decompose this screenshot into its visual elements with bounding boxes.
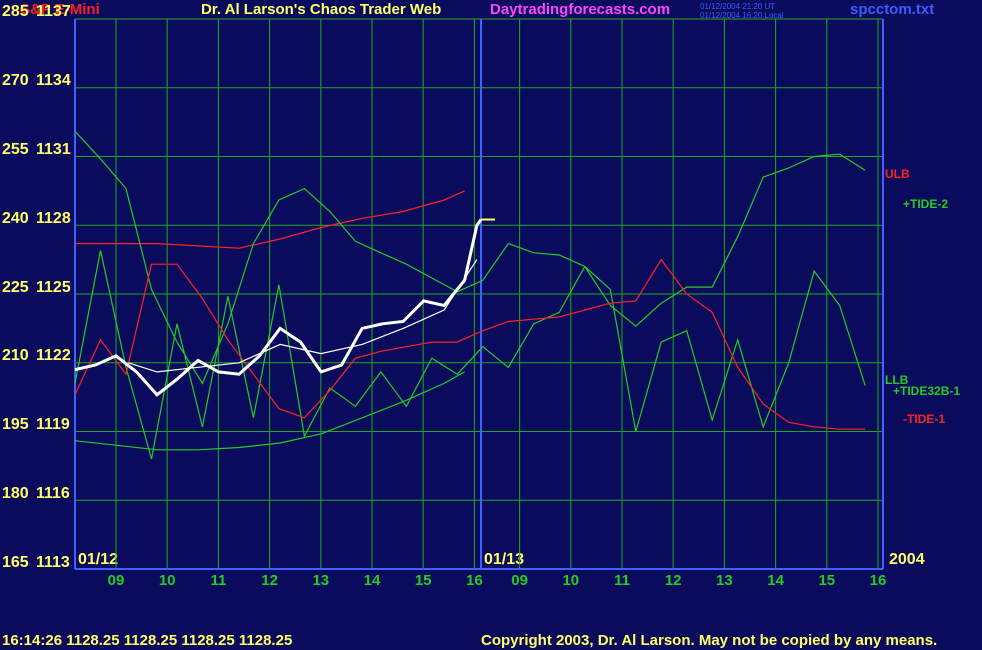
x-tick-label: 09 [108, 572, 125, 589]
chart-plot: 09 10 11 12 13 14 15 16 09 10 11 12 13 14 15 16 [74, 18, 887, 589]
x-tick-label: 12 [665, 572, 682, 589]
x-tick-label: 09 [511, 572, 528, 589]
x-tick-label: 15 [415, 572, 432, 589]
x-tick-label: 16 [870, 572, 887, 589]
series--tide32b-1 [74, 250, 866, 460]
x-tick-label: 13 [716, 572, 733, 589]
copyright: Copyright 2003, Dr. Al Larson. May not b… [481, 632, 938, 649]
x-tick-label: 11 [614, 572, 630, 589]
x-tick-label: 12 [261, 572, 278, 589]
x-tick-label: 13 [312, 572, 329, 589]
series--tide-1 [74, 258, 866, 430]
x-tick-label: 11 [210, 572, 226, 589]
x-tick-label: 16 [466, 572, 483, 589]
x-tick-label: 14 [364, 572, 381, 589]
series-price [74, 218, 483, 397]
last-quote: 16:14:26 1128.25 1128.25 1128.25 1128.25 [2, 632, 293, 649]
series-average [128, 259, 478, 373]
x-tick-label: 10 [562, 572, 579, 589]
x-tick-label: 10 [159, 572, 176, 589]
x-tick-label: 15 [818, 572, 835, 589]
x-tick-label: 14 [767, 572, 784, 589]
